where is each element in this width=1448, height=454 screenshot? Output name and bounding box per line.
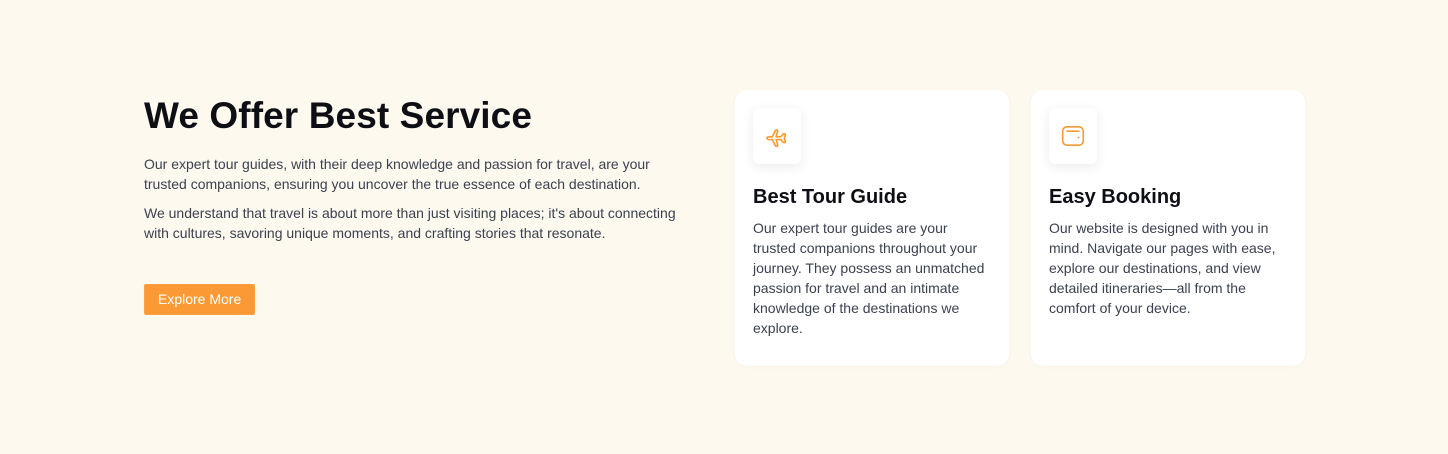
- intro-block: We Offer Best Service Our expert tour gu…: [144, 92, 704, 315]
- wallet-icon: [1049, 108, 1097, 164]
- service-description: Our expert tour guides are your trusted …: [753, 220, 985, 336]
- intro-paragraph-1: Our expert tour guides, with their deep …: [144, 156, 650, 192]
- intro-paragraph-2: We understand that travel is about more …: [144, 205, 676, 241]
- service-description: Our website is designed with you in mind…: [1049, 220, 1276, 316]
- airplane-icon: [753, 108, 801, 164]
- section-title: We Offer Best Service: [144, 95, 533, 136]
- services-section: We Offer Best Service Our expert tour gu…: [0, 0, 1448, 454]
- service-title: Easy Booking: [1049, 186, 1182, 208]
- service-card-easy-booking: Easy Booking Our website is designed wit…: [1031, 90, 1305, 366]
- explore-more-button[interactable]: Explore More: [144, 284, 256, 315]
- service-card-best-tour-guide: Best Tour Guide Our expert tour guides a…: [735, 90, 1009, 366]
- service-title: Best Tour Guide: [753, 186, 908, 208]
